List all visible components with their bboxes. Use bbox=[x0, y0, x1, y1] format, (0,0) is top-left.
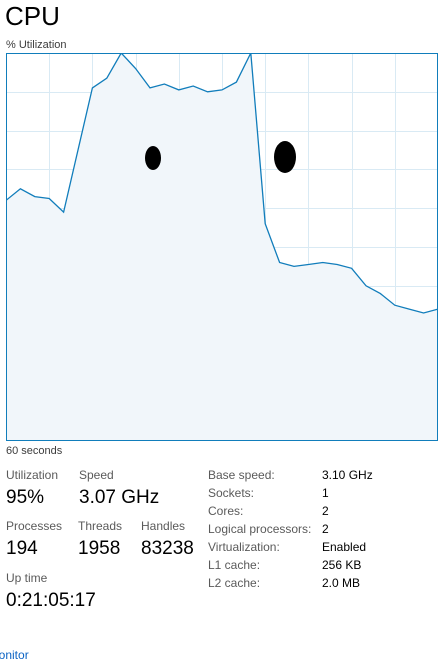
processes-label: Processes bbox=[6, 519, 63, 533]
logical-processors-label: Logical processors: bbox=[208, 522, 312, 536]
processes-value: 194 bbox=[6, 538, 38, 559]
virtualization-label: Virtualization: bbox=[208, 540, 280, 554]
utilization-label: Utilization bbox=[6, 468, 59, 482]
uptime-value: 0:21:05:17 bbox=[6, 590, 96, 611]
doodle-eye-right bbox=[274, 141, 296, 173]
speed-label: Speed bbox=[79, 468, 114, 482]
x-axis-label: 60 seconds bbox=[6, 445, 63, 457]
speed-value: 3.07 GHz bbox=[79, 487, 160, 508]
cores-value: 2 bbox=[322, 504, 329, 518]
cores-label: Cores: bbox=[208, 504, 244, 518]
cpu-utilization-graph bbox=[6, 53, 438, 441]
page-title: CPU bbox=[5, 1, 60, 31]
l1-cache-label: L1 cache: bbox=[208, 558, 261, 572]
sockets-label: Sockets: bbox=[208, 486, 255, 500]
l1-cache-value: 256 KB bbox=[322, 558, 362, 572]
handles-label: Handles bbox=[141, 519, 186, 533]
y-axis-label: % Utilization bbox=[6, 39, 67, 51]
resource-monitor-link[interactable]: lonitor bbox=[0, 648, 29, 662]
utilization-value: 95% bbox=[6, 487, 45, 508]
handles-value: 83238 bbox=[141, 538, 194, 559]
threads-label: Threads bbox=[78, 519, 123, 533]
sockets-value: 1 bbox=[322, 486, 329, 500]
uptime-label: Up time bbox=[6, 571, 48, 585]
l2-cache-value: 2.0 MB bbox=[322, 576, 361, 590]
base-speed-label: Base speed: bbox=[208, 468, 275, 482]
l2-cache-label: L2 cache: bbox=[208, 576, 261, 590]
doodle-eye-left bbox=[145, 146, 161, 170]
logical-processors-value: 2 bbox=[322, 522, 329, 536]
threads-value: 1958 bbox=[78, 538, 121, 559]
virtualization-value: Enabled bbox=[322, 540, 367, 554]
base-speed-value: 3.10 GHz bbox=[322, 468, 373, 482]
